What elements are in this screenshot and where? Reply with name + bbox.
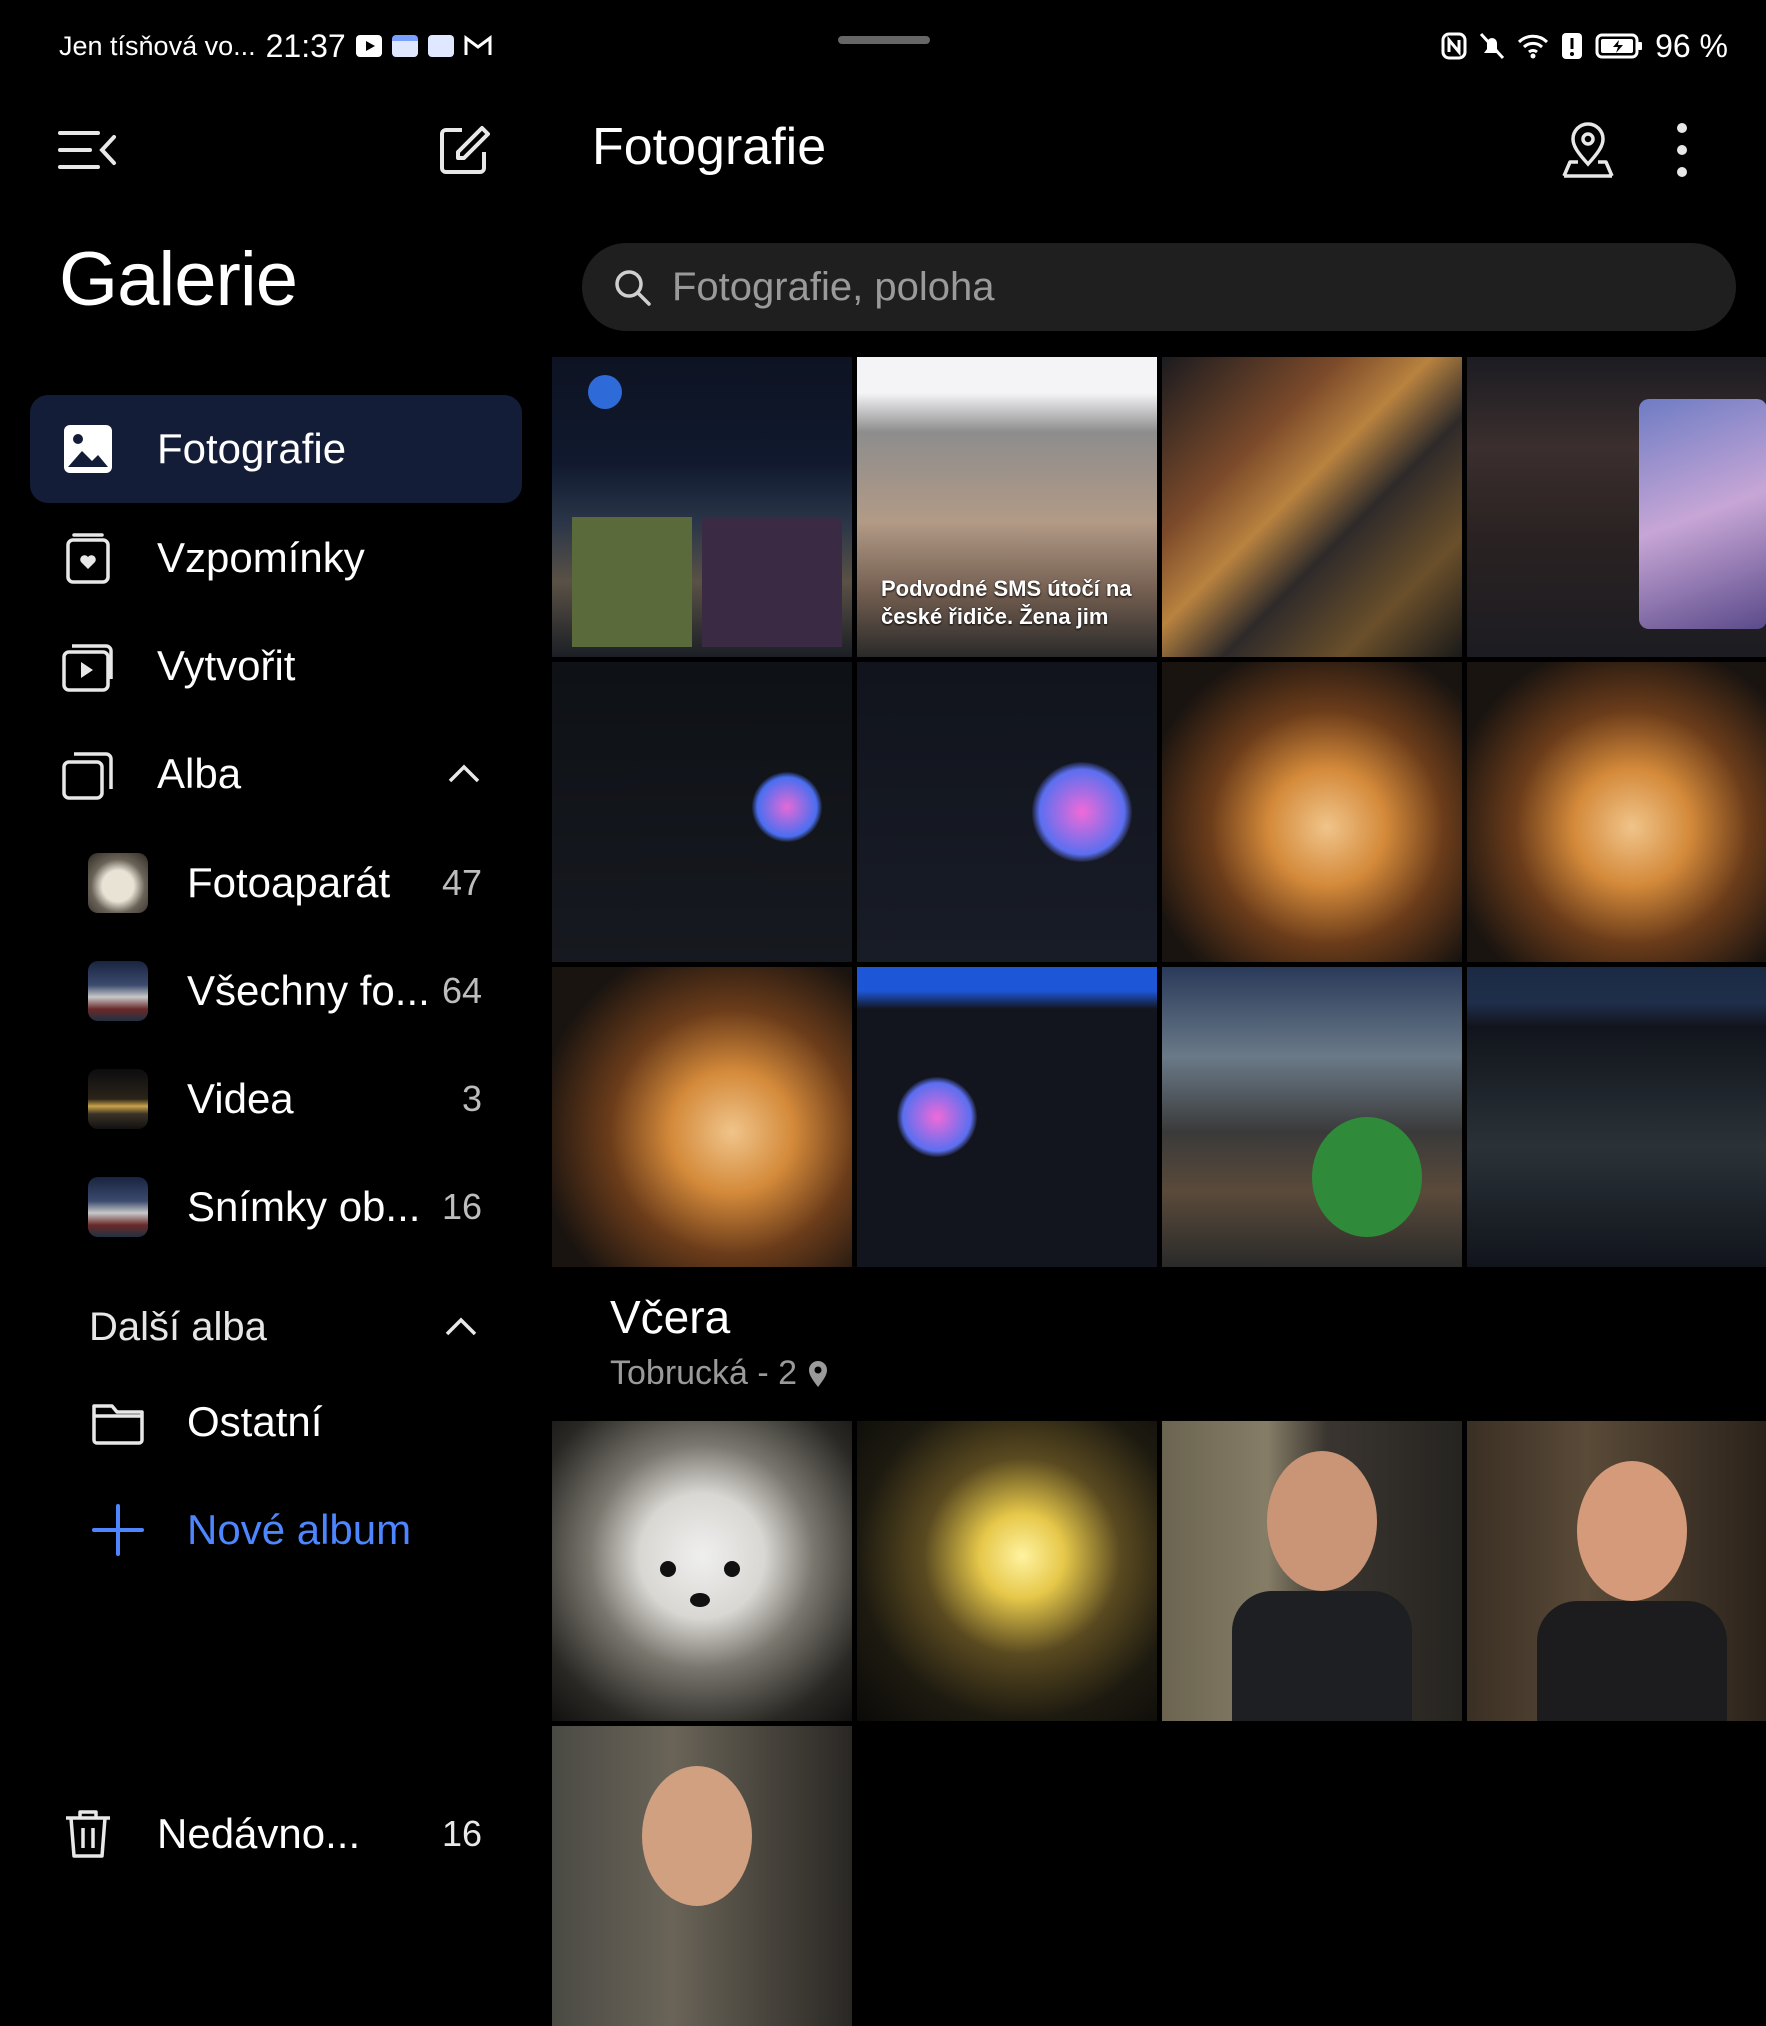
photo-tile[interactable] xyxy=(1467,967,1766,1267)
album-count: 3 xyxy=(461,1078,482,1119)
album-item-other[interactable]: Ostatní xyxy=(60,1374,492,1470)
main-content: 96 % Fotografie Podvodné SMS útočí na če… xyxy=(552,0,1766,2026)
date-section-header: Včera Tobrucká - 2 xyxy=(610,1290,829,1393)
drag-handle[interactable] xyxy=(838,36,930,44)
photo-tile[interactable] xyxy=(857,1421,1157,1721)
nav-item-photos[interactable]: Fotografie xyxy=(30,395,522,503)
album-name: Videa xyxy=(187,1075,294,1122)
sidebar: Jen tísňová vo... 21:37 Galerie Fotograf… xyxy=(0,0,550,1920)
wifi-icon xyxy=(1518,34,1549,59)
nav-label: Vytvořit xyxy=(157,642,296,689)
new-album-button[interactable]: Nové album xyxy=(60,1482,492,1578)
gmail-icon xyxy=(464,35,492,55)
photo-tile[interactable] xyxy=(1162,357,1462,657)
album-name: Fotoaparát xyxy=(187,859,391,906)
location-text: Tobrucká - 2 xyxy=(610,1354,798,1392)
photo-tile[interactable]: Podvodné SMS útočí na české řidiče. Žena… xyxy=(857,357,1157,657)
page-title: Fotografie xyxy=(592,118,827,176)
nav-item-memories[interactable]: Vzpomínky xyxy=(30,504,522,612)
nav-label: Vzpomínky xyxy=(157,534,365,581)
photo-tile[interactable] xyxy=(1467,357,1766,657)
nav-item-recently-deleted[interactable]: Nedávno... 16 xyxy=(30,1784,522,1884)
collapse-menu-icon[interactable] xyxy=(58,125,118,175)
trash-icon xyxy=(66,1810,110,1858)
album-name: Ostatní xyxy=(187,1398,323,1445)
album-thumbnail xyxy=(88,1177,148,1237)
map-location-icon[interactable] xyxy=(1560,120,1616,180)
youtube-icon xyxy=(355,35,382,57)
photo-tile[interactable] xyxy=(857,662,1157,962)
more-options-icon[interactable] xyxy=(1674,122,1690,178)
photo-tile[interactable] xyxy=(1162,967,1462,1267)
search-bar[interactable] xyxy=(582,243,1736,331)
albums-icon xyxy=(62,752,113,800)
date-title: Včera xyxy=(610,1291,731,1343)
clock: 21:37 xyxy=(265,27,346,64)
chevron-up-icon[interactable] xyxy=(446,756,482,792)
memories-icon xyxy=(66,533,110,584)
mail-icon xyxy=(427,35,454,57)
photo-caption: Podvodné SMS útočí na české řidiče. Žena… xyxy=(881,576,1132,629)
album-count: 16 xyxy=(441,1186,482,1227)
trash-count: 16 xyxy=(441,1813,482,1854)
status-bar-left: Jen tísňová vo... 21:37 xyxy=(59,26,492,66)
nav-label: Alba xyxy=(157,750,242,797)
folder-icon xyxy=(92,1404,144,1445)
photo-tile[interactable] xyxy=(552,662,852,962)
photo-grid-yesterday xyxy=(552,1421,1766,2026)
album-item-all[interactable]: Všechny fo... 64 xyxy=(60,943,492,1039)
photo-grid-top: Podvodné SMS útočí na české řidiče. Žena… xyxy=(552,357,1766,1267)
album-item-screenshots[interactable]: Snímky ob... 16 xyxy=(60,1159,492,1255)
photo-tile[interactable] xyxy=(1162,662,1462,962)
chevron-up-icon[interactable] xyxy=(443,1309,479,1345)
album-name: Všechny fo... xyxy=(187,967,430,1014)
nav-label: Fotografie xyxy=(157,425,347,472)
photo-tile[interactable] xyxy=(552,1421,852,1721)
photo-tile[interactable] xyxy=(1467,1421,1766,1721)
album-thumbnail xyxy=(88,961,148,1021)
plus-icon xyxy=(92,1504,144,1556)
more-albums-title: Další alba xyxy=(89,1304,267,1349)
album-count: 64 xyxy=(441,970,482,1011)
calendar-icon xyxy=(391,35,418,57)
status-bar-right: 96 % xyxy=(1441,24,1728,68)
photo-tile[interactable] xyxy=(857,967,1157,1267)
album-item-videos[interactable]: Videa 3 xyxy=(60,1051,492,1147)
battery-percent: 96 % xyxy=(1655,27,1728,64)
album-thumbnail xyxy=(88,853,148,913)
nfc-icon xyxy=(1441,32,1467,60)
new-album-label: Nové album xyxy=(187,1506,412,1553)
nav-label: Nedávno... xyxy=(157,1810,361,1857)
battery-icon xyxy=(1595,33,1643,59)
location-pin-icon xyxy=(809,1360,828,1387)
edit-icon[interactable] xyxy=(438,124,490,176)
album-count: 47 xyxy=(441,862,482,903)
album-thumbnail xyxy=(88,1069,148,1129)
photo-icon xyxy=(64,425,112,473)
nav-item-albums[interactable]: Alba xyxy=(30,720,522,828)
photo-tile[interactable] xyxy=(552,967,852,1267)
album-item-camera[interactable]: Fotoaparát 47 xyxy=(60,835,492,931)
photo-tile[interactable] xyxy=(1162,1421,1462,1721)
search-input[interactable] xyxy=(670,256,1574,318)
search-icon xyxy=(615,270,651,306)
album-name: Snímky ob... xyxy=(187,1183,421,1230)
photo-tile[interactable] xyxy=(552,1726,852,2026)
create-icon xyxy=(62,644,113,692)
alert-icon xyxy=(1562,33,1583,59)
mute-icon xyxy=(1479,32,1505,60)
photo-tile[interactable] xyxy=(552,357,852,657)
photo-tile[interactable] xyxy=(1467,662,1766,962)
carrier-text: Jen tísňová vo... xyxy=(59,30,256,61)
app-title: Galerie xyxy=(59,237,298,322)
more-albums-header[interactable]: Další alba xyxy=(89,1297,489,1357)
nav-item-create[interactable]: Vytvořit xyxy=(30,612,522,720)
date-location[interactable]: Tobrucká - 2 xyxy=(610,1354,829,1393)
